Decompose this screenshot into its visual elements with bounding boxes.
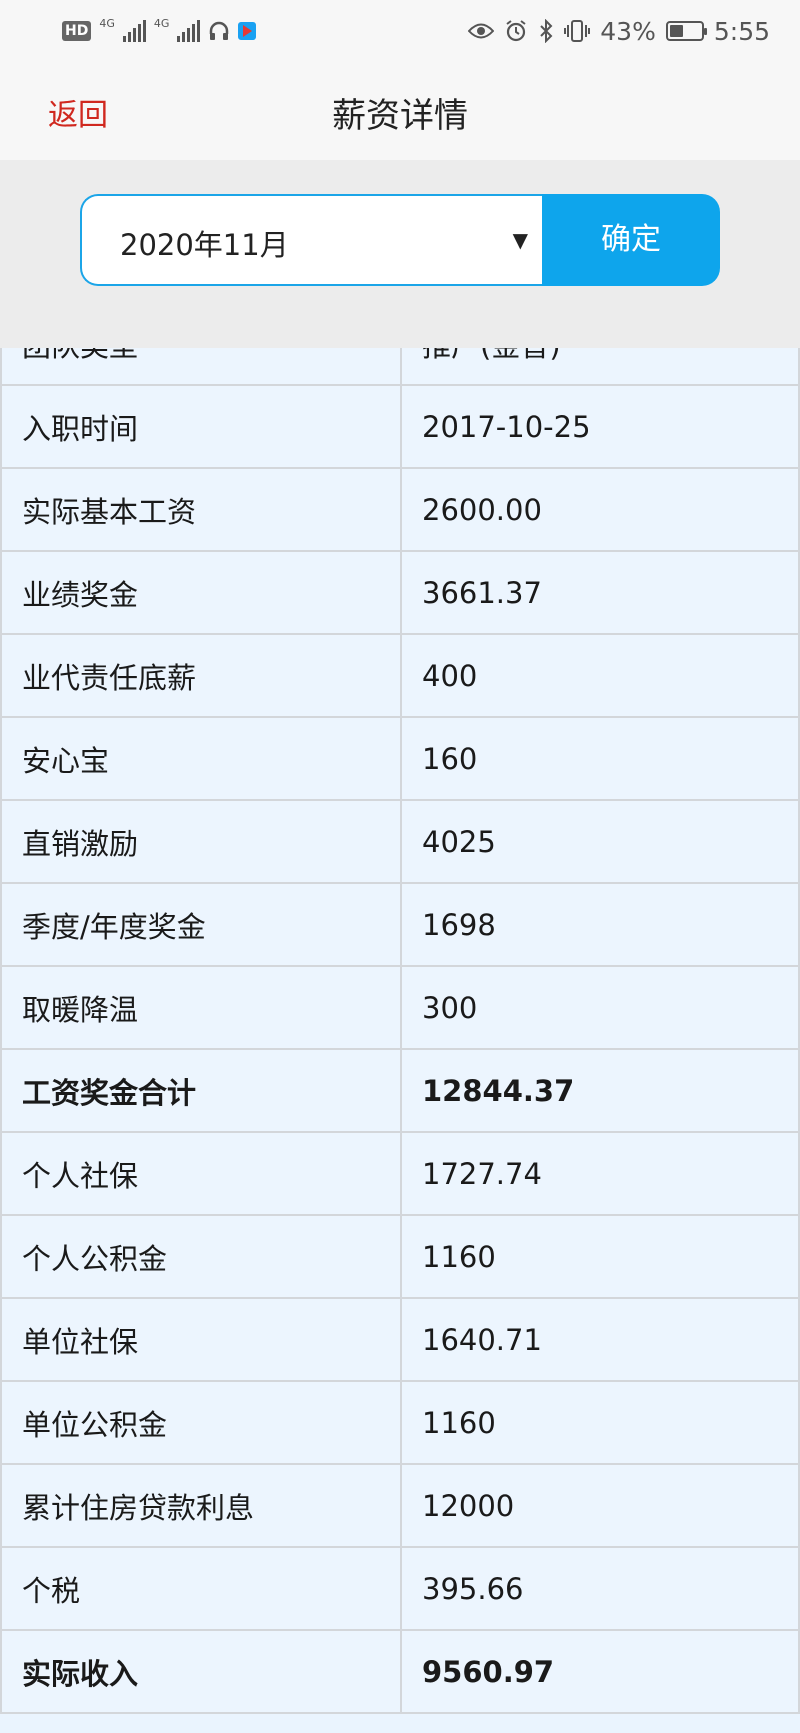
row-label: 直销激励 xyxy=(0,799,402,884)
signal-icon xyxy=(177,20,201,42)
table-row: 单位公积金 1160 xyxy=(0,1380,800,1465)
table-row: 入职时间 2017-10-25 xyxy=(0,384,800,469)
row-value: 2600.00 xyxy=(400,467,800,552)
table-row: 累计住房贷款利息 12000 xyxy=(0,1463,800,1548)
row-value: 1698 xyxy=(400,882,800,967)
table-row: 个人公积金 1160 xyxy=(0,1214,800,1299)
row-value: 推广(金普) xyxy=(400,348,800,386)
row-label: 入职时间 xyxy=(0,384,402,469)
row-value: 12844.37 xyxy=(400,1048,800,1133)
row-label: 业绩奖金 xyxy=(0,550,402,635)
month-filter: 2020年11月 ▼ 确定 xyxy=(0,160,800,348)
row-value: 1160 xyxy=(400,1380,800,1465)
row-value: 3661.37 xyxy=(400,550,800,635)
chevron-down-icon: ▼ xyxy=(512,228,528,252)
row-label: 累计住房贷款利息 xyxy=(0,1463,402,1548)
clock-time: 5:55 xyxy=(713,16,770,46)
network-type-2: 4G xyxy=(153,16,170,30)
vibrate-icon xyxy=(564,20,591,42)
table-row: 工资奖金合计 12844.37 xyxy=(0,1048,800,1133)
row-label: 安心宝 xyxy=(0,716,402,801)
row-value: 9560.97 xyxy=(400,1629,800,1714)
table-row: 取暖降温 300 xyxy=(0,965,800,1050)
headset-icon xyxy=(210,21,229,40)
table-row: 个税 395.66 xyxy=(0,1546,800,1631)
row-label: 取暖降温 xyxy=(0,965,402,1050)
row-label: 个人社保 xyxy=(0,1131,402,1216)
row-value: 1160 xyxy=(400,1214,800,1299)
bluetooth-icon xyxy=(540,19,553,43)
row-value: 4025 xyxy=(400,799,800,884)
table-row: 团队类型推广(金普) xyxy=(0,348,800,386)
row-label: 个税 xyxy=(0,1546,402,1631)
row-label: 实际收入 xyxy=(0,1629,402,1714)
row-value: 160 xyxy=(400,716,800,801)
status-bar-left: HD 4G 4G xyxy=(62,16,257,46)
table-row: 个人社保 1727.74 xyxy=(0,1131,800,1216)
month-select-value: 2020年11月 xyxy=(120,228,289,262)
salary-table-container[interactable]: 团队类型推广(金普)入职时间2017-10-25实际基本工资2600.00业绩奖… xyxy=(0,348,800,1733)
signal-icon xyxy=(122,20,146,42)
alarm-icon xyxy=(506,20,526,42)
status-bar: HD 4G 4G 43% 5:55 xyxy=(0,0,800,60)
row-value: 400 xyxy=(400,633,800,718)
month-select[interactable]: 2020年11月 ▼ xyxy=(80,194,542,286)
row-label: 工资奖金合计 xyxy=(0,1048,402,1133)
table-row: 安心宝 160 xyxy=(0,716,800,801)
table-row: 业绩奖金 3661.37 xyxy=(0,550,800,635)
row-value: 395.66 xyxy=(400,1546,800,1631)
eye-icon xyxy=(468,23,495,39)
row-label: 实际基本工资 xyxy=(0,467,402,552)
table-row: 实际收入 9560.97 xyxy=(0,1629,800,1714)
status-bar-right: 43% 5:55 xyxy=(468,16,770,46)
row-value: 2017-10-25 xyxy=(400,384,800,469)
hd-badge: HD xyxy=(62,21,92,41)
table-row: 业代责任底薪 400 xyxy=(0,633,800,718)
table-row: 实际基本工资 2600.00 xyxy=(0,467,800,552)
row-label: 单位社保 xyxy=(0,1297,402,1382)
row-value: 300 xyxy=(400,965,800,1050)
page-title: 薪资详情 xyxy=(332,96,468,136)
confirm-button[interactable]: 确定 xyxy=(542,194,720,286)
salary-table: 团队类型推广(金普)入职时间2017-10-25实际基本工资2600.00业绩奖… xyxy=(0,348,800,1714)
table-row: 直销激励 4025 xyxy=(0,799,800,884)
row-label: 业代责任底薪 xyxy=(0,633,402,718)
nav-bar: 返回 薪资详情 xyxy=(0,60,800,160)
row-value: 1640.71 xyxy=(400,1297,800,1382)
table-row: 单位社保 1640.71 xyxy=(0,1297,800,1382)
row-label: 团队类型 xyxy=(0,348,402,386)
row-label: 季度/年度奖金 xyxy=(0,882,402,967)
table-row: 季度/年度奖金 1698 xyxy=(0,882,800,967)
battery-icon xyxy=(665,21,707,41)
row-label: 单位公积金 xyxy=(0,1380,402,1465)
battery-percent: 43% xyxy=(600,16,656,46)
row-label: 个人公积金 xyxy=(0,1214,402,1299)
row-value: 12000 xyxy=(400,1463,800,1548)
row-value: 1727.74 xyxy=(400,1131,800,1216)
app-notification-icon xyxy=(238,22,257,40)
network-type-1: 4G xyxy=(99,16,115,30)
